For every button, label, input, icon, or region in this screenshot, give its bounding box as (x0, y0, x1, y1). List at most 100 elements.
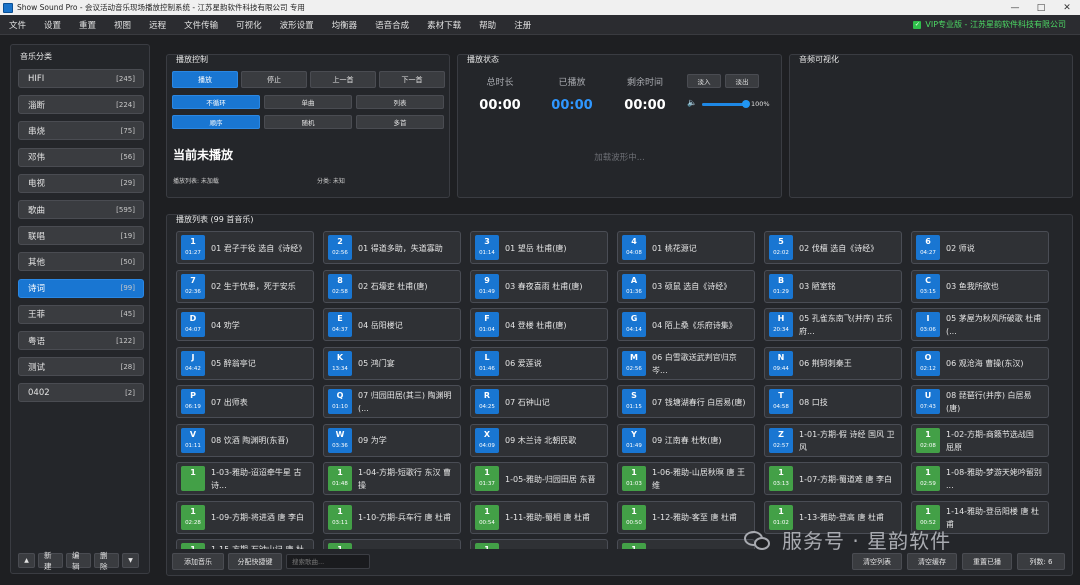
song-card[interactable]: Y 01:49 09 江南春 杜牧(唐) (617, 423, 755, 457)
category-item[interactable]: 粤语 [122] (18, 331, 144, 350)
song-card[interactable]: M 02:56 06 白雪歌送武判官归京 岑... (617, 346, 755, 380)
song-card[interactable]: G 04:14 04 陌上桑《乐府诗集》 (617, 308, 755, 341)
song-card[interactable]: 1 03:13 1-07-方期-蜀道难 唐 李白 (764, 462, 902, 495)
stop-button[interactable]: 停止 (241, 71, 307, 88)
song-card[interactable]: 1 01:48 1-04-方期-短歌行 东汉 曹操 (323, 462, 461, 495)
list-loop-button[interactable]: 列表 (356, 95, 444, 109)
clear-cache-button[interactable]: 清空缓存 (907, 553, 957, 570)
song-card[interactable]: E 04:37 04 岳阳楼记 (323, 308, 461, 341)
song-card[interactable]: 1 1-03-雅助-迢迢牵牛星 古诗... (176, 462, 314, 495)
song-card[interactable]: 6 04:27 02 师说 (911, 231, 1049, 264)
category-item[interactable]: 歌曲 [595] (18, 200, 144, 219)
close-button[interactable]: ✕ (1054, 0, 1080, 15)
columns-button[interactable]: 列数: 6 (1017, 553, 1065, 570)
song-card[interactable]: S 01:15 07 钱塘湖春行 白居易(唐) (617, 385, 755, 418)
add-music-button[interactable]: 添加音乐 (172, 553, 224, 570)
move-down-button[interactable]: ▼ (122, 553, 139, 568)
category-item[interactable]: 王菲 [45] (18, 304, 144, 324)
song-card[interactable]: V 01:11 08 饮酒 陶渊明(东晋) (176, 423, 314, 457)
song-card[interactable]: 1 1-15-方期-石钟山记 唐 杜甫 (176, 539, 314, 549)
category-item[interactable]: 串烧 [75] (18, 121, 144, 141)
random-button[interactable]: 随机 (264, 115, 352, 129)
menu-item[interactable]: 素材下载 (418, 19, 470, 31)
song-card[interactable]: 1 00:54 1-11-雅助-蜀相 唐 杜甫 (470, 500, 608, 534)
song-card[interactable]: 7 02:36 02 生于忧患，死于安乐 (176, 269, 314, 303)
song-card[interactable]: 1 00:50 1-12-雅助-客至 唐 杜甫 (617, 500, 755, 534)
song-card[interactable]: 5 02:02 02 伐檀 选自《诗经》 (764, 231, 902, 264)
menu-item[interactable]: 波形设置 (271, 19, 323, 31)
song-card[interactable]: P 06:19 07 出师表 (176, 385, 314, 418)
song-card[interactable]: T 04:58 08 口技 (764, 385, 902, 418)
menu-item[interactable]: 均衡器 (323, 19, 367, 31)
menu-item[interactable]: 文件 (0, 19, 35, 31)
category-item[interactable]: 其他 [50] (18, 252, 144, 272)
menu-item[interactable]: 设置 (35, 19, 70, 31)
song-card[interactable]: 1 01:27 01 君子于役 选自《诗经》 (176, 231, 314, 264)
maximize-button[interactable]: □ (1028, 0, 1054, 15)
song-card[interactable]: 3 01:14 01 望岳 杜甫(唐) (470, 231, 608, 264)
category-item[interactable]: 电视 [29] (18, 173, 144, 193)
song-card[interactable]: L 01:46 06 爱莲说 (470, 346, 608, 380)
minimize-button[interactable]: — (1002, 0, 1028, 15)
menu-item[interactable]: 可视化 (227, 19, 271, 31)
category-item[interactable]: 联唱 [19] (18, 226, 144, 246)
category-item[interactable]: HIFI [245] (18, 69, 144, 88)
song-card[interactable]: O 02:12 06 观沧海 曹操(东汉) (911, 346, 1049, 380)
clear-list-button[interactable]: 清空列表 (852, 553, 902, 570)
song-card[interactable]: Q 01:10 07 归园田居(其三) 陶渊明(... (323, 385, 461, 418)
song-card[interactable]: X 04:09 09 木兰诗 北朝民歌 (470, 423, 608, 457)
song-card[interactable]: 1 02:08 1-02-方期-商籁节选战国 屈原 (911, 423, 1049, 457)
category-item[interactable]: 邓伟 [56] (18, 147, 144, 167)
category-item[interactable]: 0402 [2] (18, 383, 144, 403)
delete-category-button[interactable]: 删除 (94, 551, 119, 571)
song-card[interactable]: 8 02:58 02 石壕吏 杜甫(唐) (323, 269, 461, 303)
song-card[interactable]: 1 03:11 1-10-方期-兵车行 唐 杜甫 (323, 500, 461, 534)
song-card[interactable]: F 01:04 04 登楼 杜甫(唐) (470, 308, 608, 341)
menu-item[interactable]: 远程 (140, 19, 175, 31)
prev-button[interactable]: 上一首 (310, 71, 376, 88)
song-card[interactable]: B 01:29 03 陋室铭 (764, 269, 902, 303)
menu-item[interactable]: 帮助 (470, 19, 505, 31)
menu-item[interactable]: 文件传输 (175, 19, 227, 31)
song-card[interactable]: 1 01:03 1-06-雅助-山居秋暝 唐 王维 (617, 462, 755, 495)
edit-category-button[interactable]: 编辑 (66, 551, 91, 571)
song-card[interactable]: 1 1-18-雅助-锦瑟 唐 李商隐 (617, 539, 755, 549)
move-up-button[interactable]: ▲ (18, 553, 35, 568)
volume-knob[interactable] (742, 100, 750, 108)
song-card[interactable]: 1 02:28 1-09-方期-将进酒 唐 李白 (176, 500, 314, 534)
next-button[interactable]: 下一首 (379, 71, 445, 88)
song-card[interactable]: H 20:34 05 孔雀东南飞(并序) 古乐府... (764, 308, 902, 341)
menu-item[interactable]: 视图 (105, 19, 140, 31)
fade-in-button[interactable]: 淡入 (687, 74, 721, 88)
category-item[interactable]: 测试 [28] (18, 357, 144, 377)
song-card[interactable]: 1 1-17-雅助-李凭箜篌引 唐 (470, 539, 608, 549)
new-category-button[interactable]: 新建 (38, 551, 63, 571)
song-card[interactable]: 1 01:37 1-05-雅助-归园田居 东晋 (470, 462, 608, 495)
song-card[interactable]: K 13:34 05 鸿门宴 (323, 346, 461, 380)
song-card[interactable]: N 09:44 06 荆轲刺秦王 (764, 346, 902, 380)
song-card[interactable]: 9 01:49 03 春夜喜雨 杜甫(唐) (470, 269, 608, 303)
vip-indicator[interactable]: ✓ VIP专业版 - 江苏星韵软件科技有限公司 (913, 19, 1066, 30)
assign-hotkey-button[interactable]: 分配快捷键 (228, 553, 282, 570)
song-card[interactable]: Z 02:57 1-01-方期-假 诗经 国风 卫风 (764, 423, 902, 457)
song-card[interactable]: U 07:43 08 琵琶行(并序) 白居易(唐) (911, 385, 1049, 418)
song-card[interactable]: 1 02:59 1-08-雅助-梦游天姥吟留别 ... (911, 462, 1049, 495)
play-button[interactable]: 播放 (172, 71, 238, 88)
song-card[interactable]: D 04:07 04 劝学 (176, 308, 314, 341)
song-card[interactable]: C 03:15 03 鱼我所欲也 (911, 269, 1049, 303)
menu-item[interactable]: 注册 (505, 19, 540, 31)
volume-slider[interactable] (702, 100, 750, 108)
category-item[interactable]: 诗词 [99] (18, 278, 144, 298)
sequence-button[interactable]: 顺序 (172, 115, 260, 129)
song-card[interactable]: W 03:36 09 为学 (323, 423, 461, 457)
multi-button[interactable]: 多首 (356, 115, 444, 129)
category-item[interactable]: 淄断 [224] (18, 95, 144, 115)
song-card[interactable]: 4 04:08 01 桃花源记 (617, 231, 755, 264)
song-card[interactable]: 1 1-16-方期-琵琶行并序 唐 (323, 539, 461, 549)
song-card[interactable]: 2 02:56 01 得道多助，失道寡助 (323, 231, 461, 264)
search-input[interactable] (286, 554, 370, 569)
fade-out-button[interactable]: 淡出 (725, 74, 759, 88)
song-card[interactable]: J 04:42 05 醉翁亭记 (176, 346, 314, 380)
menu-item[interactable]: 重置 (70, 19, 105, 31)
menu-item[interactable]: 语音合成 (366, 19, 418, 31)
